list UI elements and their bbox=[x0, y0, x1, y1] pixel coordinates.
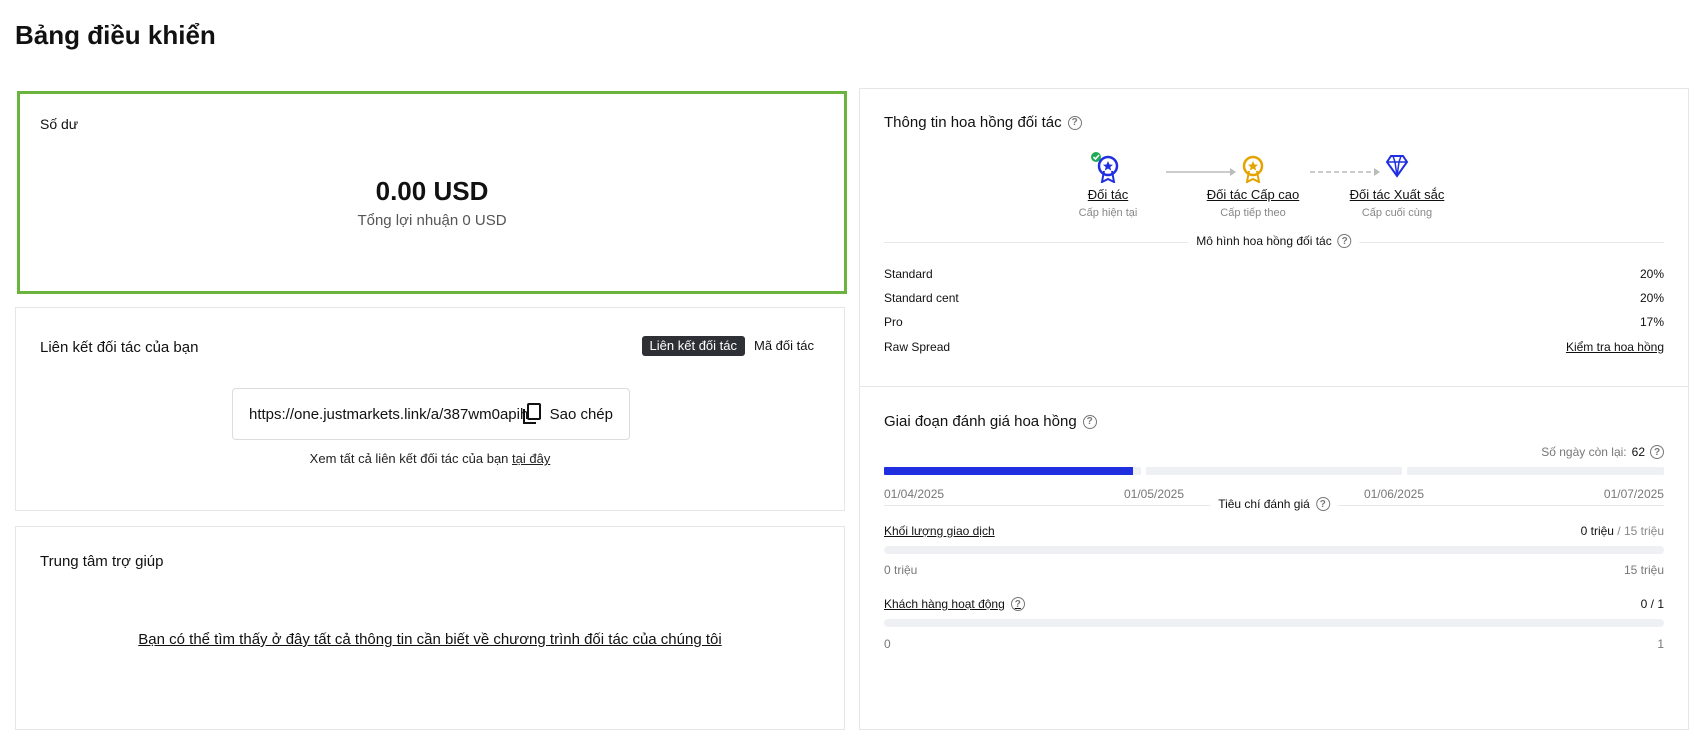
range-min: 0 bbox=[884, 637, 891, 651]
tier-excellent-partner: Đối tác Xuất sắc Cấp cuối cùng bbox=[1337, 149, 1457, 219]
rate-name: Standard cent bbox=[884, 291, 959, 305]
tier-excellent-partner-name[interactable]: Đối tác Xuất sắc bbox=[1337, 187, 1457, 202]
commission-info-title-row: Thông tin hoa hồng đối tác ? bbox=[884, 114, 1082, 131]
help-icon[interactable]: ? bbox=[1067, 115, 1082, 130]
rate-name: Standard bbox=[884, 267, 933, 281]
active-clients-current: 0 / 1 bbox=[1640, 597, 1664, 611]
range-min: 0 triệu bbox=[884, 563, 918, 577]
trading-volume-max: / 15 triệu bbox=[1613, 524, 1664, 538]
tier-partner-status: Cấp hiện tại bbox=[1078, 207, 1138, 219]
tier-excellent-partner-status: Cấp cuối cùng bbox=[1361, 207, 1433, 219]
rate-value: 20% bbox=[1639, 291, 1664, 305]
medal-gold-icon bbox=[1242, 155, 1264, 183]
criteria-divider: Tiêu chí đánh giá ? bbox=[884, 497, 1664, 513]
range-max: 1 bbox=[1657, 637, 1664, 651]
tier-senior-partner-status: Cấp tiếp theo bbox=[1220, 207, 1286, 219]
diamond-icon bbox=[1385, 155, 1409, 178]
trading-volume-range: 0 triệu 15 triệu bbox=[884, 563, 1664, 577]
help-center-title: Trung tâm trợ giúp bbox=[40, 553, 164, 570]
evaluation-title-row: Giai đoạn đánh giá hoa hồng ? bbox=[884, 413, 1097, 430]
commission-info-card: Thông tin hoa hồng đối tác ? Đối tác Cấp… bbox=[859, 88, 1689, 387]
tier-partner: Đối tác Cấp hiện tại bbox=[1048, 149, 1168, 219]
rate-row: Pro 17% bbox=[884, 315, 1664, 331]
days-left-label: Số ngày còn lại: bbox=[1541, 445, 1627, 459]
range-max: 15 triệu bbox=[1623, 563, 1664, 577]
help-icon[interactable]: ? bbox=[1650, 445, 1664, 459]
copy-label: Sao chép bbox=[549, 405, 613, 423]
help-center-card: Trung tâm trợ giúp Bạn có thể tìm thấy ở… bbox=[15, 526, 845, 730]
evaluation-title: Giai đoạn đánh giá hoa hồng bbox=[884, 413, 1077, 430]
balance-card: Số dư 0.00 USD Tổng lợi nhuận 0 USD bbox=[17, 91, 847, 294]
commission-model-divider: Mô hình hoa hồng đối tác ? bbox=[884, 234, 1664, 250]
help-icon[interactable]: ? bbox=[1337, 234, 1352, 248]
rate-value: 20% bbox=[1639, 267, 1664, 281]
criterion-active-clients: Khách hàng hoạt động? 0 / 1 bbox=[884, 597, 1664, 611]
commission-info-title: Thông tin hoa hồng đối tác bbox=[884, 114, 1062, 131]
rate-value: 17% bbox=[1639, 315, 1664, 329]
progress-segment bbox=[1145, 467, 1403, 475]
copy-icon bbox=[522, 403, 541, 424]
progress-segment bbox=[1407, 467, 1665, 475]
help-icon[interactable]: ? bbox=[1010, 597, 1025, 611]
rate-row: Raw Spread Kiểm tra hoa hồng bbox=[884, 340, 1664, 356]
view-all-links-link[interactable]: tại đây bbox=[512, 451, 550, 466]
criterion-trading-volume: Khối lượng giao dịch 0 triệu / 15 triệu bbox=[884, 524, 1664, 538]
medal-blue-icon bbox=[1091, 152, 1119, 183]
partner-link-title: Liên kết đối tác của bạn bbox=[40, 339, 199, 356]
check-commission-link[interactable]: Kiểm tra hoa hồng bbox=[1566, 340, 1664, 356]
trading-volume-bar bbox=[884, 546, 1664, 554]
rate-row: Standard 20% bbox=[884, 267, 1664, 283]
footer-text: Xem tất cả liên kết đối tác của bạn bbox=[309, 451, 513, 466]
help-center-link[interactable]: Bạn có thể tìm thấy ở đây tất cả thông t… bbox=[138, 631, 721, 648]
partner-link-footer: Xem tất cả liên kết đối tác của bạn tại … bbox=[16, 451, 844, 466]
tier-senior-partner-name[interactable]: Đối tác Cấp cao bbox=[1193, 187, 1313, 202]
days-left: Số ngày còn lại: 62 ? bbox=[1541, 445, 1664, 459]
rate-name: Pro bbox=[884, 315, 903, 329]
active-clients-range: 0 1 bbox=[884, 637, 1664, 651]
tier-senior-partner: Đối tác Cấp cao Cấp tiếp theo bbox=[1193, 149, 1313, 219]
copy-button[interactable]: Sao chép bbox=[522, 401, 613, 427]
total-profit: Tổng lợi nhuận 0 USD bbox=[357, 212, 507, 229]
criteria-title: Tiêu chí đánh giá bbox=[1218, 497, 1310, 511]
days-left-value: 62 bbox=[1631, 445, 1645, 459]
active-clients-bar bbox=[884, 619, 1664, 627]
partner-link-url: https://one.justmarkets.link/a/387wm0api… bbox=[249, 406, 529, 423]
rate-row: Standard cent 20% bbox=[884, 291, 1664, 307]
evaluation-card: Giai đoạn đánh giá hoa hồng ? Số ngày cò… bbox=[859, 386, 1689, 730]
tier-partner-name[interactable]: Đối tác bbox=[1048, 187, 1168, 202]
page-title: Bảng điều khiển bbox=[15, 20, 216, 50]
help-icon[interactable]: ? bbox=[1315, 497, 1330, 511]
balance-title: Số dư bbox=[40, 116, 79, 132]
active-clients-link[interactable]: Khách hàng hoạt động bbox=[884, 597, 1005, 611]
trading-volume-link[interactable]: Khối lượng giao dịch bbox=[884, 524, 995, 538]
evaluation-progress bbox=[884, 467, 1665, 475]
progress-segment bbox=[884, 467, 1141, 475]
help-icon[interactable]: ? bbox=[1082, 414, 1097, 429]
progress-fill bbox=[884, 467, 1133, 475]
tab-partner-code[interactable]: Mã đối tác bbox=[746, 336, 822, 356]
balance-amount: 0.00 USD bbox=[375, 176, 489, 206]
partner-link-field[interactable]: https://one.justmarkets.link/a/387wm0api… bbox=[232, 388, 630, 440]
partner-link-card: Liên kết đối tác của bạn Liên kết đối tá… bbox=[15, 307, 845, 511]
commission-model-title: Mô hình hoa hồng đối tác bbox=[1196, 234, 1332, 248]
rate-name: Raw Spread bbox=[884, 340, 951, 354]
trading-volume-current: 0 triệu bbox=[1580, 524, 1614, 538]
tab-partner-link[interactable]: Liên kết đối tác bbox=[641, 336, 745, 356]
